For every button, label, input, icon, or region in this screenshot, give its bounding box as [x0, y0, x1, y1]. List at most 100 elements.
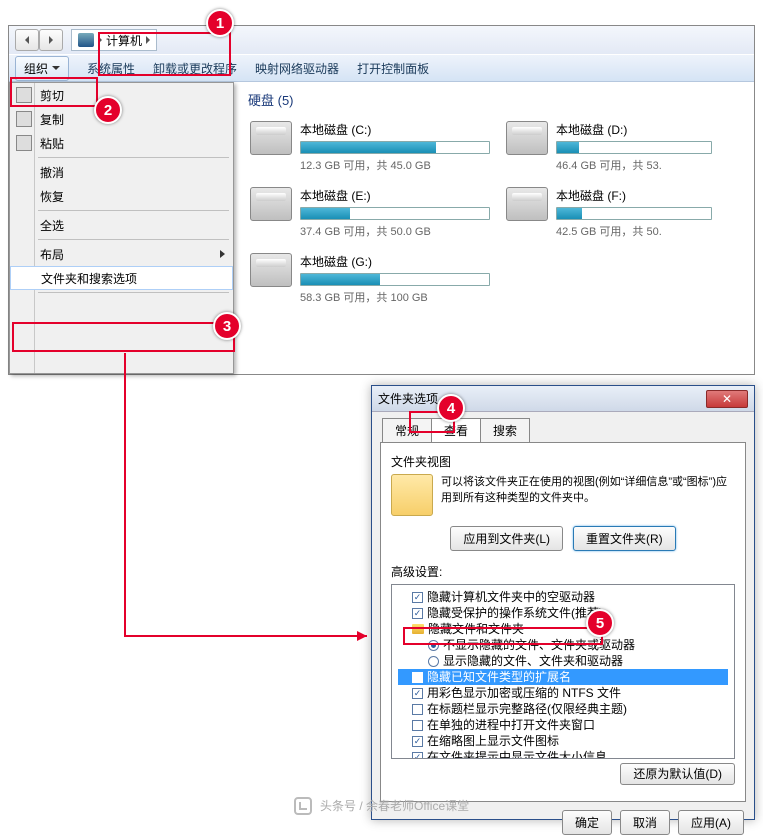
control-panel-link[interactable]: 打开控制面板 — [357, 60, 429, 77]
section-label: 文件夹视图 — [391, 453, 735, 470]
checkbox-icon[interactable] — [412, 592, 423, 603]
drive-item[interactable]: 本地磁盘 (G:) 58.3 GB 可用，共 100 GB — [248, 251, 492, 307]
breadcrumb-label: 计算机 — [106, 32, 142, 49]
drive-stat: 42.5 GB 可用，共 50. — [556, 223, 712, 239]
drive-name: 本地磁盘 (E:) — [300, 187, 490, 204]
checkbox-icon[interactable] — [412, 672, 423, 683]
checkbox-icon[interactable] — [412, 608, 423, 619]
computer-icon — [78, 33, 94, 47]
organize-menu: 剪切 复制 粘贴 撤消 恢复 全选 布局 文件夹和搜索选项 — [9, 82, 234, 374]
drive-usage-bar — [556, 207, 712, 220]
advanced-label: 高级设置: — [391, 563, 735, 580]
dialog-tabs: 常规 查看 搜索 — [372, 412, 754, 442]
adv-item[interactable]: 在文件夹提示中显示文件大小信息 — [398, 749, 728, 759]
adv-item[interactable]: 显示隐藏的文件、文件夹和驱动器 — [398, 653, 728, 669]
drive-icon — [250, 253, 292, 287]
address-bar: 计算机 — [9, 26, 754, 54]
checkbox-icon[interactable] — [412, 720, 423, 731]
tab-search[interactable]: 搜索 — [480, 418, 530, 442]
drive-stat: 46.4 GB 可用，共 53. — [556, 157, 712, 173]
apply-to-folders-button[interactable]: 应用到文件夹(L) — [450, 526, 563, 551]
copy-icon — [16, 111, 32, 127]
adv-item[interactable]: 在缩略图上显示文件图标 — [398, 733, 728, 749]
breadcrumb[interactable]: 计算机 — [71, 29, 157, 51]
checkbox-icon[interactable] — [412, 688, 423, 699]
radio-icon[interactable] — [428, 640, 439, 651]
drive-usage-bar — [556, 141, 712, 154]
callout-2: 2 — [94, 96, 122, 124]
radio-icon[interactable] — [428, 656, 439, 667]
menu-undo[interactable]: 撤消 — [10, 160, 233, 184]
close-button[interactable]: ✕ — [706, 390, 748, 408]
drive-icon — [250, 187, 292, 221]
organize-label: 组织 — [24, 60, 48, 77]
drive-name: 本地磁盘 (F:) — [556, 187, 712, 204]
menu-layout[interactable]: 布局 — [10, 242, 233, 266]
system-properties-link[interactable]: 系统属性 — [87, 60, 135, 77]
adv-item[interactable]: 隐藏计算机文件夹中的空驱动器 — [398, 589, 728, 605]
callout-4: 4 — [437, 394, 465, 422]
menu-paste[interactable]: 粘贴 — [10, 131, 233, 155]
cancel-button[interactable]: 取消 — [620, 810, 670, 835]
drive-icon — [506, 187, 548, 221]
reset-folders-button[interactable]: 重置文件夹(R) — [573, 526, 676, 551]
drive-icon — [506, 121, 548, 155]
folder-view-desc: 可以将该文件夹正在使用的视图(例如“详细信息”或“图标”)应用到所有这种类型的文… — [441, 474, 735, 516]
ok-button[interactable]: 确定 — [562, 810, 612, 835]
adv-item[interactable]: 不显示隐藏的文件、文件夹或驱动器 — [398, 637, 728, 653]
tab-general[interactable]: 常规 — [382, 418, 432, 442]
callout-1: 1 — [206, 9, 234, 37]
adv-item[interactable]: 在标题栏显示完整路径(仅限经典主题) — [398, 701, 728, 717]
uninstall-link[interactable]: 卸载或更改程序 — [153, 60, 237, 77]
map-drive-link[interactable]: 映射网络驱动器 — [255, 60, 339, 77]
chevron-right-icon — [220, 250, 225, 258]
dialog-title: 文件夹选项 — [378, 390, 438, 407]
apply-button[interactable]: 应用(A) — [678, 810, 744, 835]
chevron-right-icon — [98, 36, 102, 44]
adv-item[interactable]: 隐藏文件和文件夹 — [398, 621, 728, 637]
drive-name: 本地磁盘 (C:) — [300, 121, 490, 138]
menu-cut[interactable]: 剪切 — [10, 83, 233, 107]
adv-item[interactable]: 隐藏受保护的操作系统文件(推荐) — [398, 605, 728, 621]
organize-button[interactable]: 组织 — [15, 56, 69, 81]
advanced-settings-list[interactable]: 隐藏计算机文件夹中的空驱动器 隐藏受保护的操作系统文件(推荐) 隐藏文件和文件夹… — [391, 584, 735, 759]
chevron-right-icon — [146, 36, 150, 44]
adv-item[interactable]: 在单独的进程中打开文件夹窗口 — [398, 717, 728, 733]
folder-view-icon — [391, 474, 433, 516]
explorer-window: 计算机 组织 系统属性 卸载或更改程序 映射网络驱动器 打开控制面板 剪切 复制… — [8, 25, 755, 375]
checkbox-icon[interactable] — [412, 704, 423, 715]
tab-view[interactable]: 查看 — [431, 418, 481, 442]
cut-icon — [16, 87, 32, 103]
dialog-body: 文件夹视图 可以将该文件夹正在使用的视图(例如“详细信息”或“图标”)应用到所有… — [380, 442, 746, 802]
folder-options-dialog: 文件夹选项 ✕ 常规 查看 搜索 文件夹视图 可以将该文件夹正在使用的视图(例如… — [371, 385, 755, 820]
adv-item-hide-extensions[interactable]: 隐藏已知文件类型的扩展名 — [398, 669, 728, 685]
paste-icon — [16, 135, 32, 151]
drive-name: 本地磁盘 (G:) — [300, 253, 490, 270]
drive-usage-bar — [300, 141, 490, 154]
drive-pane: 硬盘 (5) 本地磁盘 (C:)12.3 GB 可用，共 45.0 GB本地磁盘… — [234, 82, 754, 374]
menu-select-all[interactable]: 全选 — [10, 213, 233, 237]
callout-3: 3 — [213, 312, 241, 340]
chevron-down-icon — [52, 66, 60, 70]
menu-redo[interactable]: 恢复 — [10, 184, 233, 208]
checkbox-icon[interactable] — [412, 736, 423, 747]
drive-item[interactable]: 本地磁盘 (D:)46.4 GB 可用，共 53. — [504, 119, 714, 175]
menu-folder-options[interactable]: 文件夹和搜索选项 — [10, 266, 233, 290]
drive-item[interactable]: 本地磁盘 (C:) 12.3 GB 可用，共 45.0 GB — [248, 119, 492, 175]
drive-usage-bar — [300, 207, 490, 220]
watermark-icon — [294, 797, 312, 815]
drives-header: 硬盘 (5) — [248, 90, 740, 109]
callout-5: 5 — [586, 609, 614, 637]
back-button[interactable] — [15, 29, 39, 51]
restore-defaults-button[interactable]: 还原为默认值(D) — [620, 763, 735, 785]
drive-stat: 58.3 GB 可用，共 100 GB — [300, 289, 490, 305]
forward-button[interactable] — [39, 29, 63, 51]
drive-item[interactable]: 本地磁盘 (E:)37.4 GB 可用，共 50.0 GB — [248, 185, 492, 241]
toolbar: 组织 系统属性 卸载或更改程序 映射网络驱动器 打开控制面板 — [9, 54, 754, 82]
adv-item[interactable]: 用彩色显示加密或压缩的 NTFS 文件 — [398, 685, 728, 701]
folder-icon — [412, 624, 424, 634]
drive-item[interactable]: 本地磁盘 (F:) 42.5 GB 可用，共 50. — [504, 185, 714, 241]
checkbox-icon[interactable] — [412, 752, 423, 760]
drive-icon — [250, 121, 292, 155]
drive-stat: 12.3 GB 可用，共 45.0 GB — [300, 157, 490, 173]
